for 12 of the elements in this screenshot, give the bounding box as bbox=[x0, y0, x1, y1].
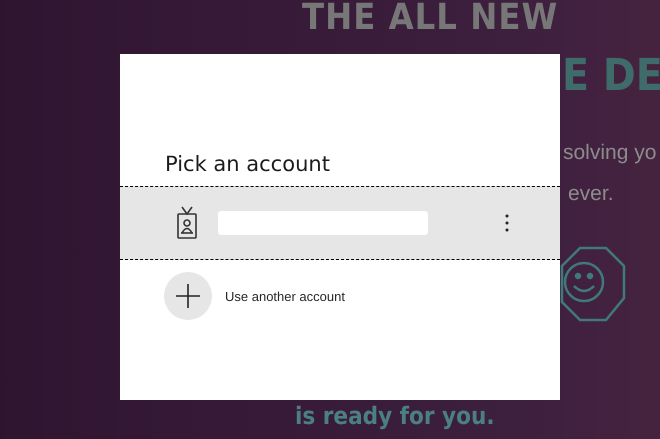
tagline: ever. bbox=[568, 182, 614, 206]
footer-line: is ready for you. bbox=[295, 402, 495, 430]
subheadline: E DE bbox=[562, 50, 660, 101]
smiley-octagon-icon bbox=[558, 246, 628, 322]
plus-icon bbox=[164, 272, 212, 320]
vertical-dots-icon bbox=[505, 214, 509, 232]
tagline: solving yo bbox=[563, 141, 656, 165]
headline: THE ALL NEW bbox=[302, 0, 558, 36]
account-row[interactable] bbox=[120, 186, 560, 260]
use-another-account-button[interactable]: Use another account bbox=[164, 272, 560, 320]
dialog-title: Pick an account bbox=[165, 152, 331, 176]
id-badge-icon bbox=[176, 206, 198, 240]
